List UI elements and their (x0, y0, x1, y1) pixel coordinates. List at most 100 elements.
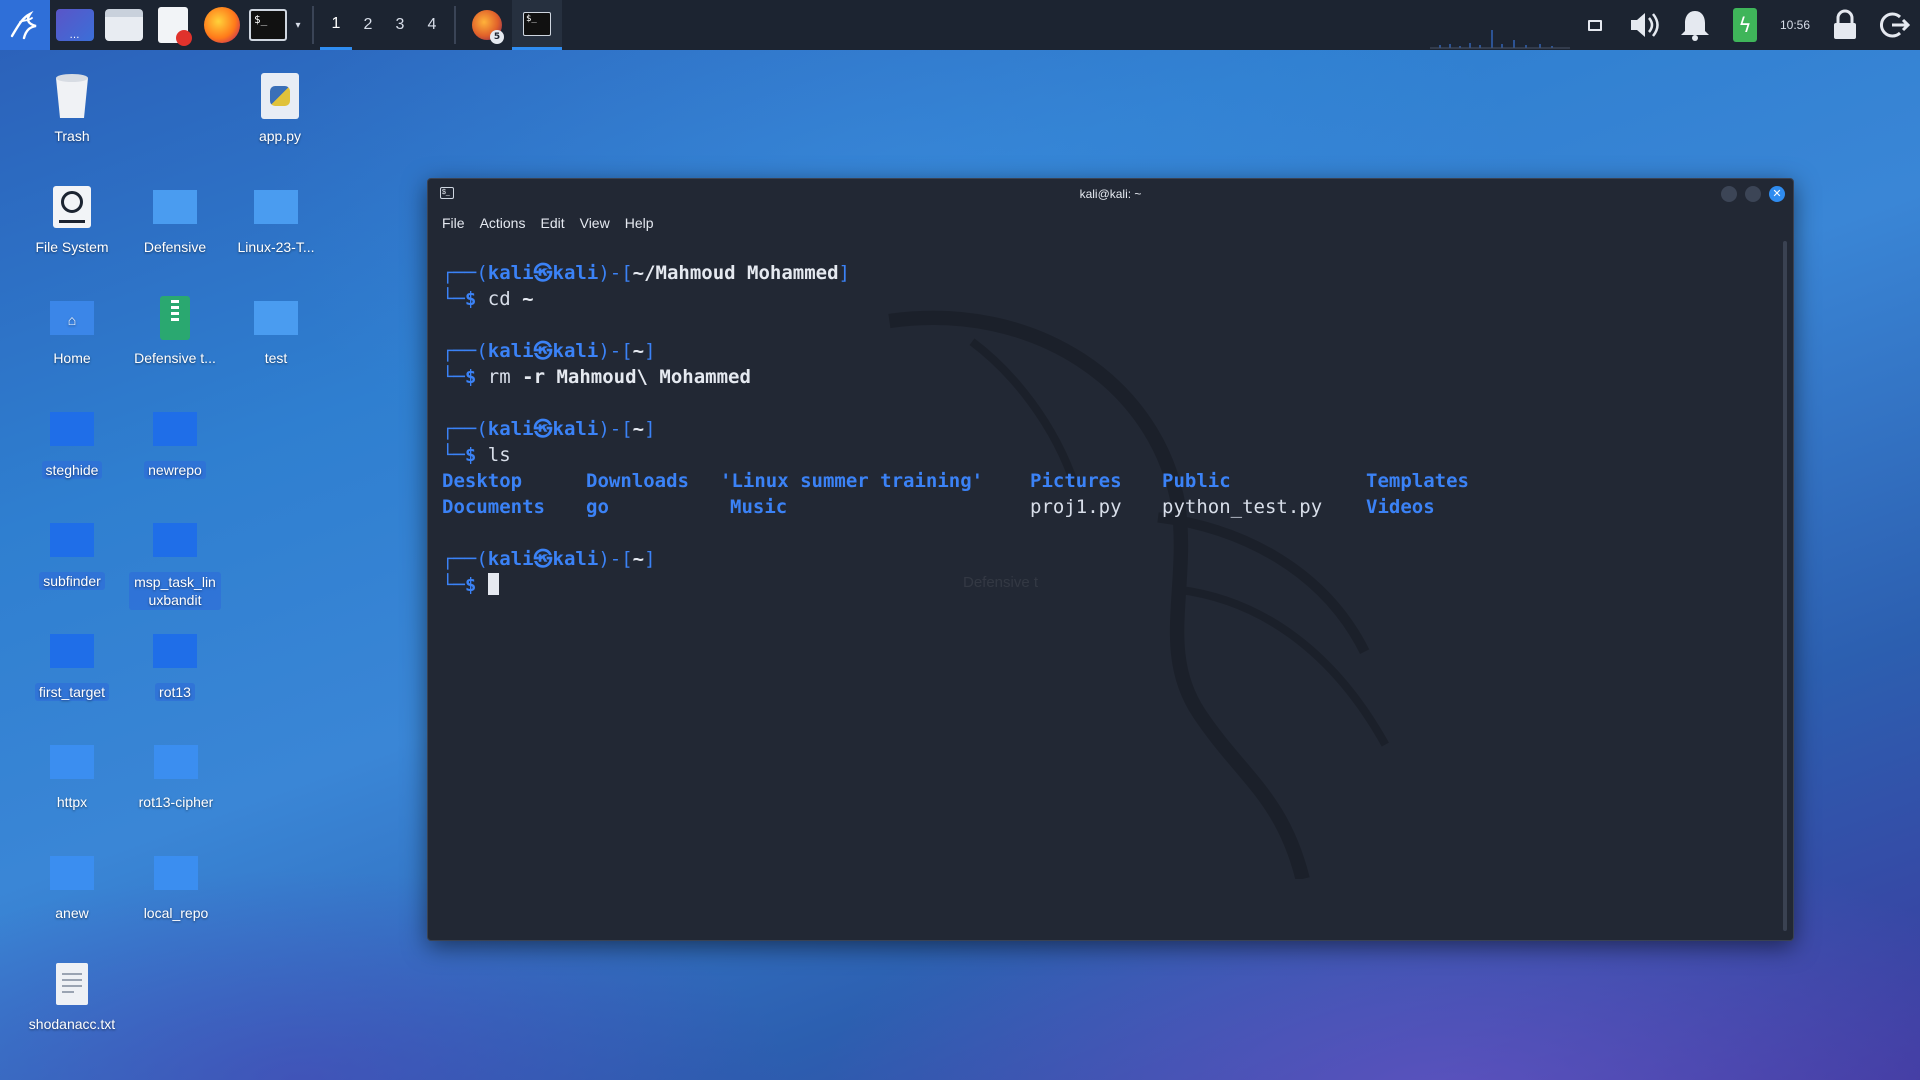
prompt-line: ┌──(kali㉿kali)-[~] (442, 548, 656, 570)
archive-icon (151, 294, 199, 342)
command-line: └─$ cd ~ (442, 288, 534, 310)
terminal-icon: $_ (440, 187, 454, 199)
firefox-launcher[interactable] (197, 0, 246, 50)
desktop-icon-steghide[interactable]: steghide (22, 405, 122, 479)
desktop-icon-msp-task[interactable]: msp_task_lin uxbandit (125, 516, 225, 610)
terminal-icon: $_ (249, 9, 287, 41)
desktop-icon-label: Linux-23-T... (237, 239, 315, 255)
desktop-icon-label: rot13 (155, 683, 195, 701)
battery-charging-icon[interactable]: ϟ (1720, 0, 1770, 50)
terminal-window[interactable]: Defensive t $_ kali@kali: ~ ✕ File Actio… (427, 178, 1794, 941)
folder-icon (151, 405, 199, 453)
desktop-icon-linux-23[interactable]: Linux-23-T... (226, 183, 326, 255)
terminal-icon: $_ (523, 11, 551, 36)
terminal-scrollbar[interactable] (1783, 241, 1787, 931)
terminal-menubar: File Actions Edit View Help (428, 209, 1793, 237)
file-manager-launcher[interactable] (99, 0, 148, 50)
desktop-icon-label: anew (55, 905, 89, 921)
desktop-icon-label: Defensive t... (134, 350, 216, 366)
menu-view[interactable]: View (580, 215, 610, 231)
folder-icon (48, 627, 96, 675)
desktop-icon-subfinder[interactable]: subfinder (22, 516, 122, 590)
show-desktop-button[interactable]: … (50, 0, 99, 50)
ls-output-row: Documents go Music proj1.py python_test.… (442, 496, 1435, 518)
desktop-icon-local-repo[interactable]: local_repo (126, 849, 226, 921)
desktop-icon-test[interactable]: test (226, 294, 326, 366)
desktop-icon-app-py[interactable]: app.py (230, 72, 330, 144)
text-cursor (487, 573, 499, 595)
close-icon[interactable]: ✕ (1769, 186, 1785, 202)
desktop-icon-newrepo[interactable]: newrepo (125, 405, 225, 479)
network-monitor-graph[interactable] (1430, 0, 1570, 50)
menu-edit[interactable]: Edit (540, 215, 564, 231)
folder-icon (252, 183, 300, 231)
desktop-icon-rot13[interactable]: rot13 (125, 627, 225, 701)
volume-icon[interactable] (1620, 0, 1670, 50)
workspace-1[interactable]: 1 (320, 0, 352, 50)
ls-output-row: Desktop Downloads 'Linux summer training… (442, 470, 1469, 492)
desktop-icon-defensive-archive[interactable]: Defensive t... (125, 294, 225, 366)
folder-icon (48, 405, 96, 453)
desktop-icon-label: msp_task_lin uxbandit (129, 572, 221, 610)
desktop-icon-file-system[interactable]: File System (22, 183, 122, 255)
desktop-icon-label: app.py (258, 128, 302, 144)
terminal-launcher[interactable]: $_ (246, 0, 290, 50)
folder-icon (252, 294, 300, 342)
text-editor-launcher[interactable] (148, 0, 197, 50)
desktop-icon-trash[interactable]: Trash (22, 72, 122, 144)
prompt-line: ┌──(kali㉿kali)-[~/Mahmoud Mohammed] (442, 262, 850, 284)
folder-icon (152, 849, 200, 897)
screen-icon[interactable] (1570, 0, 1620, 50)
kali-menu-button[interactable] (0, 0, 50, 50)
desktop-icon-label: newrepo (144, 461, 206, 479)
folder-icon (151, 183, 199, 231)
desktop-icon-label: local_repo (143, 905, 209, 921)
desktop-icon-label: first_target (34, 683, 110, 701)
command-line: └─$ ls (442, 444, 511, 466)
prompt-line: ┌──(kali㉿kali)-[~] (442, 340, 656, 362)
folder-icon (48, 516, 96, 564)
menu-file[interactable]: File (442, 215, 465, 231)
kali-dragon-icon (10, 10, 37, 40)
text-file-icon (48, 960, 96, 1008)
desktop-icon-first-target[interactable]: first_target (22, 627, 122, 701)
menu-help[interactable]: Help (625, 215, 654, 231)
python-file-icon (256, 72, 304, 120)
terminal-dropdown-chevron-icon[interactable]: ▾ (290, 0, 306, 50)
desktop-icon-home[interactable]: ⌂ Home (22, 294, 122, 366)
menu-actions[interactable]: Actions (480, 215, 526, 231)
terminal-output[interactable]: ┌──(kali㉿kali)-[~/Mahmoud Mohammed] └─$ … (428, 237, 1793, 940)
taskbar-terminal[interactable]: $_ (512, 0, 562, 50)
minimize-button[interactable] (1721, 186, 1737, 202)
desktop-icon-label: test (264, 350, 288, 366)
lock-screen-icon[interactable] (1820, 0, 1870, 50)
folder-icon (48, 738, 96, 786)
home-folder-icon: ⌂ (48, 294, 96, 342)
workspace-4[interactable]: 4 (416, 0, 448, 50)
maximize-button[interactable] (1745, 186, 1761, 202)
window-title: kali@kali: ~ (1079, 187, 1142, 201)
desktop-icon-httpx[interactable]: httpx (22, 738, 122, 810)
top-panel: … $_ ▾ 1 2 3 4 5 $_ ϟ 10:56 (0, 0, 1920, 50)
desktop-icon-label: rot13-cipher (138, 794, 214, 810)
panel-clock[interactable]: 10:56 (1770, 0, 1820, 50)
panel-separator (312, 6, 314, 44)
workspace-2[interactable]: 2 (352, 0, 384, 50)
logout-icon[interactable] (1870, 0, 1920, 50)
workspace-3[interactable]: 3 (384, 0, 416, 50)
command-line[interactable]: └─$ (442, 572, 1793, 598)
terminal-titlebar[interactable]: $_ kali@kali: ~ ✕ (428, 179, 1793, 209)
notifications-bell-icon[interactable] (1670, 0, 1720, 50)
desktop-icon-label: Trash (54, 128, 90, 144)
folder-icon (151, 516, 199, 564)
desktop-icon-defensive[interactable]: Defensive (125, 183, 225, 255)
prompt-line: ┌──(kali㉿kali)-[~] (442, 418, 656, 440)
desktop-icon-label: shodanacc.txt (28, 1016, 116, 1032)
system-tray: ϟ 10:56 (1430, 0, 1920, 50)
desktop-icon-rot13-cipher[interactable]: rot13-cipher (126, 738, 226, 810)
panel-separator (454, 6, 456, 44)
desktop-icon-shodanacc[interactable]: shodanacc.txt (22, 960, 122, 1032)
desktop-icon-anew[interactable]: anew (22, 849, 122, 921)
desktop-icon-label: Home (53, 350, 91, 366)
taskbar-firefox[interactable]: 5 (462, 0, 512, 50)
